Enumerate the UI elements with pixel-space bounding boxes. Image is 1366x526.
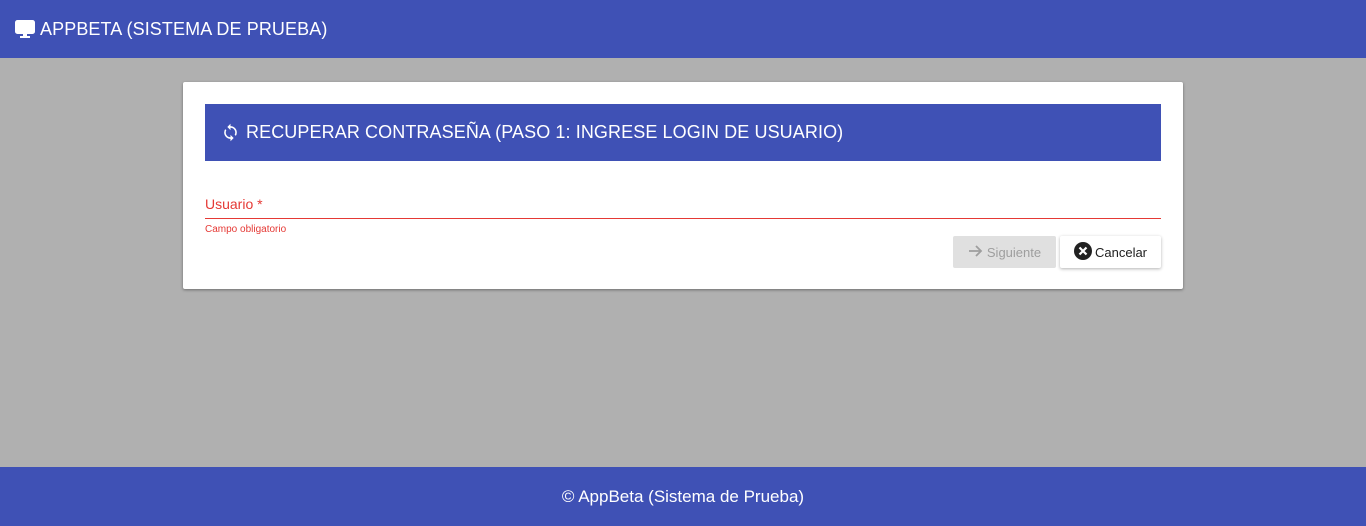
cancel-button[interactable]: Cancelar (1060, 236, 1161, 268)
footer-text: © AppBeta (Sistema de Prueba) (561, 486, 805, 506)
recover-password-card: RECUPERAR CONTRASEÑA (PASO 1: INGRESE LO… (183, 82, 1183, 289)
footer: © AppBeta (Sistema de Prueba) (0, 467, 1366, 526)
username-field[interactable]: Usuario * (205, 195, 1165, 219)
card-header: RECUPERAR CONTRASEÑA (PASO 1: INGRESE LO… (205, 104, 1161, 161)
arrow-right-icon (968, 244, 984, 261)
monitor-icon (15, 20, 35, 38)
username-error: Campo obligatorio (205, 224, 287, 235)
app-title: APPBETA (SISTEMA DE PRUEBA) (40, 18, 328, 39)
top-app-bar: APPBETA (SISTEMA DE PRUEBA) (0, 0, 1366, 58)
next-button[interactable]: Siguiente (953, 236, 1056, 268)
cancel-circle-icon (1073, 241, 1092, 263)
cancel-button-label: Cancelar (1094, 244, 1148, 260)
next-button-label: Siguiente (986, 244, 1042, 260)
refresh-icon (221, 123, 240, 142)
card-title: RECUPERAR CONTRASEÑA (PASO 1: INGRESE LO… (246, 122, 844, 142)
username-input[interactable] (205, 195, 1165, 219)
